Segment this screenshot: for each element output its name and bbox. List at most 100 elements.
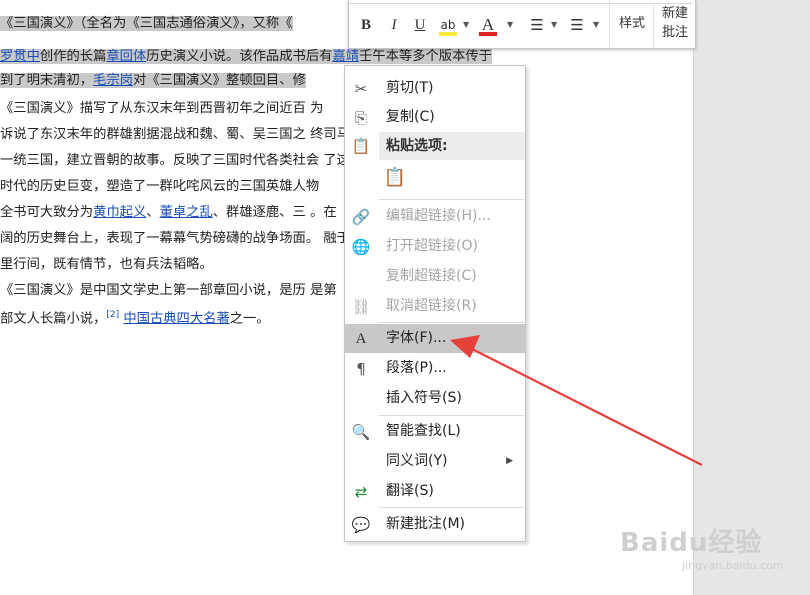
text-run: 、	[146, 205, 160, 220]
menu-item-label: 翻译(S)	[386, 483, 434, 499]
numbering-button[interactable]: ☰	[567, 12, 587, 38]
menu-separator	[379, 322, 524, 323]
menu-item-label: 段落(P)...	[386, 360, 447, 376]
submenu-arrow-icon: ▶	[506, 456, 513, 466]
menu-item-label: 同义词(Y)	[386, 453, 448, 469]
text-line[interactable]: 一统三国，建立晋朝的故事。反映了三国时代各类社会 了这	[0, 150, 350, 172]
menu-item-cut[interactable]: ✂ 剪切(T)	[345, 74, 525, 103]
new-comment-label-2: 批注	[661, 25, 688, 40]
clipboard-icon: 📋	[351, 137, 371, 155]
menu-item-remove-hyperlink[interactable]: ⛓ 取消超链接(R)	[345, 292, 525, 321]
paragraph-icon: ¶	[356, 360, 366, 378]
hyperlink[interactable]: 毛宗岗	[93, 73, 133, 88]
text-line[interactable]: 《三国演义》（全名为《三国志通俗演义》，又称《	[0, 13, 293, 35]
watermark-url: jingyan.baidu.com	[682, 559, 784, 572]
text-run: 。在	[310, 205, 337, 220]
text-run: 全书可大致分为	[0, 205, 94, 220]
text-line[interactable]: 阔的历史舞台上，表现了一幕幕气势磅礴的战争场面。 融于	[0, 228, 350, 250]
menu-item-label: 复制(C)	[386, 109, 435, 125]
menu-item-copy-hyperlink[interactable]: 复制超链接(C)	[345, 262, 525, 291]
font-color-button[interactable]: A	[479, 12, 497, 38]
highlight-color-button[interactable]: ab	[437, 12, 459, 38]
smart-lookup-icon: 🔍	[351, 423, 371, 441]
menu-item-insert-symbol[interactable]: 插入符号(S)	[345, 384, 525, 413]
paste-keep-text-icon[interactable]: 📋	[383, 165, 407, 191]
font-icon: A	[355, 331, 367, 347]
highlight-icon: ab	[440, 18, 456, 32]
text-line[interactable]: 全书可大致分为黄巾起义、董卓之乱、群雄逐鹿、三 。在	[0, 202, 337, 224]
document-background-margin	[693, 0, 810, 595]
text-run: 为	[310, 101, 324, 116]
hyperlink[interactable]: 董卓之乱	[160, 205, 213, 220]
menu-item-label: 编辑超链接(H)...	[386, 208, 491, 224]
new-comment-icon: 💬	[351, 516, 371, 534]
text-run: 之一。	[229, 311, 270, 327]
text-run: 《三国演义》描写了从东汉末年到西晋初年之间近百	[0, 101, 306, 116]
hyperlink[interactable]: 中国古典四大名著	[123, 311, 229, 326]
highlight-color-bar	[439, 32, 457, 36]
highlight-dropdown-icon[interactable]: ▼	[463, 12, 469, 38]
hyperlink[interactable]: 罗贯中	[0, 49, 40, 64]
globe-link-icon: 🌐	[351, 238, 371, 256]
mini-toolbar: B I U ab ▼ A ▼ ☰ ▼ ☰ ▼ 样式 新建 批注	[348, 0, 696, 49]
citation-superscript: [2]	[106, 310, 120, 320]
text-run: 诉说了东汉末年的群雄割据混战和魏、蜀、吴三国之	[0, 127, 306, 142]
menu-item-synonyms[interactable]: 同义词(Y) ▶	[345, 447, 525, 476]
menu-item-label: 插入符号(S)	[386, 390, 462, 406]
text-line[interactable]: 《三国演义》是中国文学史上第一部章回小说，是历 是第	[0, 280, 337, 302]
menu-item-paragraph[interactable]: ¶ 段落(P)...	[345, 354, 525, 383]
menu-item-open-hyperlink[interactable]: 🌐 打开超链接(O)	[345, 232, 525, 261]
menu-separator	[379, 507, 524, 508]
context-menu: ✂ 剪切(T) ⎘ 复制(C) 📋 粘贴选项: 📋 🔗 编辑超链接(H)... …	[344, 65, 526, 542]
font-color-bar	[479, 32, 497, 36]
text-run: 《三国演义》（全名为《三国志通俗演义》，又称《	[0, 16, 293, 31]
menu-item-edit-hyperlink[interactable]: 🔗 编辑超链接(H)...	[345, 202, 525, 231]
text-run: 是第	[310, 283, 337, 298]
menu-item-label: 新建批注(M)	[386, 516, 466, 532]
baidu-watermark: Baidu经验 jingyan.baidu.com	[620, 522, 790, 582]
styles-button[interactable]: 样式	[609, 0, 654, 48]
text-run: 创作的长篇	[39, 49, 107, 64]
numbering-dropdown-icon[interactable]: ▼	[593, 12, 599, 38]
scissors-icon: ✂	[354, 80, 368, 98]
menu-item-label: 打开超链接(O)	[386, 238, 478, 254]
text-line[interactable]: 到了明末清初，毛宗岗对《三国演义》整顿回目、修	[0, 70, 306, 92]
menu-item-label: 智能查找(L)	[386, 423, 461, 439]
text-line[interactable]: 诉说了东汉末年的群雄割据混战和魏、蜀、吴三国之 终司马	[0, 124, 350, 146]
menu-item-label: 复制超链接(C)	[386, 268, 477, 284]
text-line[interactable]: 里行间，既有情节，也有兵法韬略。	[0, 254, 213, 276]
text-run: 一统三国，建立晋朝的故事。反映了三国时代各类社会	[0, 153, 320, 168]
text-line[interactable]: 部文人长篇小说，[2] 中国古典四大名著之一。	[0, 304, 270, 326]
menu-item-label: 字体(F)...	[386, 330, 447, 346]
menu-separator	[379, 415, 524, 416]
font-color-dropdown-icon[interactable]: ▼	[507, 12, 513, 38]
hyperlink[interactable]: 黄巾起义	[93, 205, 146, 220]
bullets-button[interactable]: ☰	[527, 12, 547, 38]
bullets-dropdown-icon[interactable]: ▼	[551, 12, 557, 38]
text-run: 壬午本等多个版本传于	[359, 49, 492, 64]
hyperlink[interactable]: 嘉靖	[332, 49, 360, 64]
menu-item-label: 剪切(T)	[386, 80, 434, 96]
text-run: 对《三国演义》整顿回目、修	[132, 73, 306, 88]
text-run: 阔的历史舞台上，表现了一幕幕气势磅礴的战争场面。	[0, 231, 320, 246]
menu-item-copy[interactable]: ⎘ 复制(C)	[345, 103, 525, 132]
new-comment-toolbar-button[interactable]: 新建 批注	[653, 4, 696, 48]
link-icon: 🔗	[351, 208, 371, 226]
text-run: 时代的历史巨变，塑造了一群叱咤风云的三国英雄人物	[0, 179, 320, 194]
new-comment-label-1: 新建	[661, 6, 688, 21]
translate-icon: ⇄	[354, 483, 368, 501]
text-line[interactable]: 时代的历史巨变，塑造了一群叱咤风云的三国英雄人物	[0, 176, 319, 198]
menu-item-new-comment[interactable]: 💬 新建批注(M)	[345, 510, 525, 539]
underline-button[interactable]: U	[411, 12, 429, 38]
italic-button[interactable]: I	[385, 12, 403, 38]
hyperlink[interactable]: 章回体	[106, 49, 147, 64]
text-run: 部文人长篇小说，	[0, 311, 107, 327]
menu-item-font[interactable]: A 字体(F)...	[345, 324, 525, 353]
menu-item-smart-lookup[interactable]: 🔍 智能查找(L)	[345, 417, 525, 446]
unlink-icon: ⛓	[351, 298, 371, 316]
paste-options-header: 粘贴选项:	[379, 132, 525, 160]
menu-item-translate[interactable]: ⇄ 翻译(S)	[345, 477, 525, 506]
text-run: 历史演义小说。该作品成书后有	[146, 49, 333, 64]
bold-button[interactable]: B	[357, 12, 375, 38]
text-line[interactable]: 《三国演义》描写了从东汉末年到西晋初年之间近百 为	[0, 98, 323, 120]
